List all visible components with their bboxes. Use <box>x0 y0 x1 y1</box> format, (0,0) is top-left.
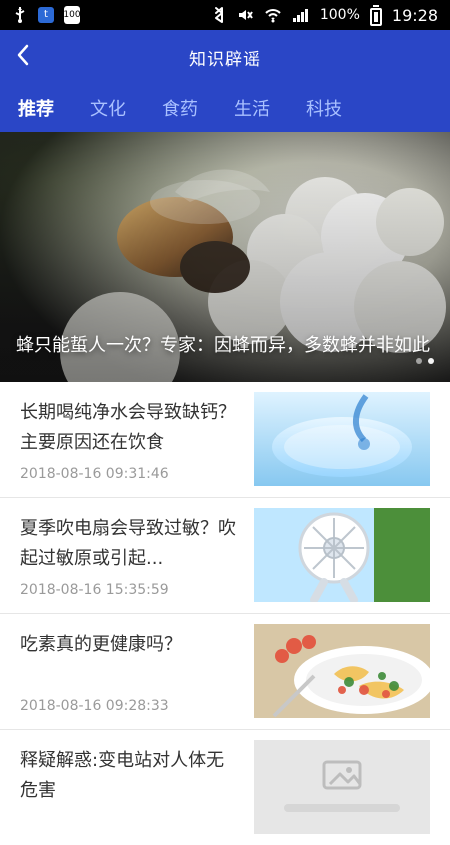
battery-cap <box>372 4 379 7</box>
wifi-icon <box>264 7 282 23</box>
tab-technology[interactable]: 科技 <box>306 95 342 121</box>
article-text: 释疑解惑:变电站对人体无危害 <box>20 746 236 814</box>
battery-badge-icon: 100 <box>63 6 81 24</box>
app-icon: t <box>38 7 54 23</box>
tab-life[interactable]: 生活 <box>234 95 270 121</box>
article-thumbnail <box>254 392 430 486</box>
tab-recommended[interactable]: 推荐 <box>18 95 54 121</box>
article-item[interactable]: 释疑解惑:变电站对人体无危害 <box>0 730 450 845</box>
signal-icon <box>292 7 310 23</box>
article-time: 2018-08-16 09:28:33 <box>20 698 169 714</box>
article-item[interactable]: 长期喝纯净水会导致缺钙？主要原因还在饮食 2018-08-16 09:31:46 <box>0 382 450 498</box>
article-time: 2018-08-16 09:31:46 <box>20 466 169 482</box>
tab-food-medicine[interactable]: 食药 <box>162 95 198 121</box>
category-tabs: 推荐 文化 食药 生活 科技 <box>0 84 450 132</box>
carousel-dot-2 <box>428 358 434 364</box>
article-thumbnail <box>254 740 430 834</box>
tab-culture[interactable]: 文化 <box>90 95 126 121</box>
page-title: 知识辟谣 <box>189 49 261 70</box>
usb-icon <box>12 6 28 24</box>
article-thumbnail <box>254 624 430 718</box>
article-thumbnail <box>254 508 430 602</box>
top-app-bar: 知识辟谣 推荐 文化 食药 生活 科技 <box>0 30 450 132</box>
article-item[interactable]: 夏季吹电扇会导致过敏？吹起过敏原或引起... 2018-08-16 15:35:… <box>0 498 450 614</box>
article-text: 长期喝纯净水会导致缺钙？主要原因还在饮食 2018-08-16 09:31:46 <box>20 398 236 482</box>
article-title[interactable]: 长期喝纯净水会导致缺钙？主要原因还在饮食 <box>20 398 236 458</box>
article-text: 吃素真的更健康吗？ 2018-08-16 09:28:33 <box>20 630 236 714</box>
article-title[interactable]: 夏季吹电扇会导致过敏？吹起过敏原或引起... <box>20 514 236 574</box>
carousel-dots <box>416 358 434 364</box>
hero-carousel[interactable]: 蜂只能蜇人一次？专家：因蜂而异，多数蜂并非如此 <box>0 132 450 382</box>
status-right: 100% 19:28 <box>212 4 438 26</box>
battery-body <box>369 7 382 26</box>
battery-icon <box>369 4 382 26</box>
article-time: 2018-08-16 15:35:59 <box>20 582 169 598</box>
article-title[interactable]: 释疑解惑:变电站对人体无危害 <box>20 746 236 806</box>
status-bar: t 100 100% 19:28 <box>0 0 450 30</box>
article-text: 夏季吹电扇会导致过敏？吹起过敏原或引起... 2018-08-16 15:35:… <box>20 514 236 598</box>
hero-title[interactable]: 蜂只能蜇人一次？专家：因蜂而异，多数蜂并非如此 <box>16 332 434 360</box>
status-time: 19:28 <box>391 5 438 25</box>
battery-percent: 100% <box>319 7 360 23</box>
article-list: 长期喝纯净水会导致缺钙？主要原因还在饮食 2018-08-16 09:31:46 <box>0 382 450 845</box>
top-app-bar-row: 知识辟谣 <box>0 30 450 84</box>
battery-badge-text: 100 <box>63 6 81 24</box>
mute-icon <box>236 6 254 24</box>
article-item[interactable]: 吃素真的更健康吗？ 2018-08-16 09:28:33 <box>0 614 450 730</box>
status-left: t 100 <box>12 6 81 24</box>
article-title[interactable]: 吃素真的更健康吗？ <box>20 630 236 690</box>
bluetooth-icon <box>212 6 226 24</box>
carousel-dot-1 <box>416 358 422 364</box>
